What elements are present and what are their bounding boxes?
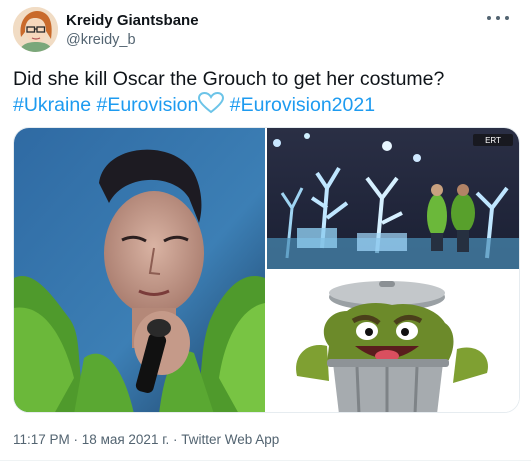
tweet-time[interactable]: 11:17 PM — [13, 432, 70, 447]
avatar[interactable] — [13, 7, 58, 52]
media-grid: ERT — [13, 127, 520, 413]
hashtag-ukraine[interactable]: #Ukraine — [13, 94, 91, 116]
tweet-date[interactable]: 18 мая 2021 г. — [82, 432, 169, 447]
display-name[interactable]: Kreidy Giantsbane — [66, 11, 199, 30]
footer-separator-2: · — [169, 432, 182, 447]
more-horizontal-icon[interactable] — [487, 10, 509, 26]
tweet-footer: 11:17 PM · 18 мая 2021 г. · Twitter Web … — [13, 431, 279, 449]
hashtag-eurovision2021[interactable]: #Eurovision2021 — [230, 94, 375, 116]
tweet-card: Kreidy Giantsbane @kreidy_b Did she kill… — [0, 0, 531, 461]
footer-separator: · — [69, 432, 82, 447]
stage-performance-photo[interactable]: ERT — [267, 128, 519, 269]
tweet-source[interactable]: Twitter Web App — [181, 432, 279, 447]
hashtag-eurovision[interactable]: #Eurovision — [96, 94, 198, 116]
author-names: Kreidy Giantsbane @kreidy_b — [66, 11, 199, 50]
tweet-text: Did she kill Oscar the Grouch to get her… — [13, 66, 523, 118]
broadcaster-logo: ERT — [485, 136, 501, 145]
handle[interactable]: @kreidy_b — [66, 31, 199, 50]
singer-closeup-photo[interactable] — [14, 128, 265, 412]
oscar-the-grouch-photo[interactable] — [267, 271, 519, 412]
light-blue-heart-icon — [198, 91, 225, 116]
tweet-body: Did she kill Oscar the Grouch to get her… — [13, 68, 445, 90]
